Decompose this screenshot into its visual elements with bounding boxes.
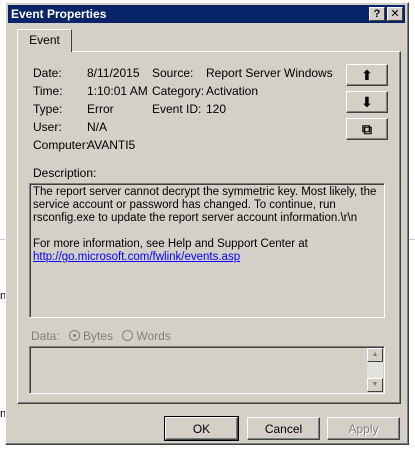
cancel-label: Cancel	[264, 421, 303, 436]
computer-value: AVANTI5	[87, 138, 136, 152]
arrow-up-icon: ⬆	[361, 66, 373, 83]
ok-button[interactable]: OK	[164, 416, 239, 441]
eventid-label: Event ID:	[152, 102, 202, 116]
data-label: Data:	[31, 329, 60, 343]
tab-label: Event	[29, 33, 60, 47]
apply-label: Apply	[348, 421, 379, 436]
category-value: Activation	[206, 84, 259, 98]
window-title: Event Properties	[11, 7, 107, 21]
cancel-button[interactable]: Cancel	[247, 417, 320, 440]
help-icon: ?	[373, 7, 381, 20]
eventid-value: 120	[206, 102, 227, 116]
time-value: 1:10:01 AM	[87, 84, 148, 98]
data-text-box[interactable]: ▲ ▼	[29, 346, 385, 394]
time-label: Time:	[33, 84, 63, 98]
copy-button[interactable]: ⧉	[346, 118, 388, 140]
apply-button[interactable]: Apply	[327, 417, 400, 440]
data-scrollbar[interactable]: ▲ ▼	[367, 348, 383, 392]
arrow-down-icon: ⬇	[361, 93, 373, 110]
copy-icon: ⧉	[362, 120, 372, 137]
description-text-box[interactable]: The report server cannot decrypt the sym…	[29, 183, 385, 318]
more-info-text: For more information, see Help and Suppo…	[33, 238, 308, 250]
words-radio[interactable]: Words	[122, 329, 171, 343]
type-value: Error	[87, 102, 114, 116]
description-label: Description:	[33, 166, 97, 180]
next-event-button[interactable]: ⬇	[346, 91, 388, 113]
type-label: Type:	[33, 102, 63, 116]
user-label: User:	[33, 120, 62, 134]
date-value: 8/11/2015	[87, 66, 140, 80]
close-icon: ✕	[390, 7, 400, 20]
category-label: Category:	[152, 84, 205, 98]
radio-icon	[69, 330, 81, 341]
source-label: Source:	[152, 66, 194, 80]
tab-event[interactable]: Event	[17, 29, 72, 52]
user-value: N/A	[87, 120, 108, 134]
date-label: Date:	[33, 66, 62, 80]
data-format-row: Data: Bytes Words	[31, 329, 171, 343]
event-properties-dialog: Event Properties ? ✕ Event Date: 8/11/20…	[5, 2, 409, 445]
previous-event-button[interactable]: ⬆	[346, 64, 388, 86]
events-help-link[interactable]: http://go.microsoft.com/fwlink/events.as…	[33, 251, 240, 263]
help-button[interactable]: ?	[369, 7, 385, 21]
bytes-radio[interactable]: Bytes	[69, 329, 116, 343]
ok-label: OK	[192, 421, 211, 436]
title-bar[interactable]: Event Properties ? ✕	[8, 5, 405, 23]
words-label: Words	[136, 329, 171, 343]
computer-label: Computer:	[33, 138, 90, 152]
close-button[interactable]: ✕	[387, 7, 403, 21]
scroll-up-button[interactable]: ▲	[367, 348, 383, 362]
bytes-label: Bytes	[83, 329, 114, 343]
description-text: The report server cannot decrypt the sym…	[33, 186, 377, 224]
source-value: Report Server Windows	[206, 66, 333, 80]
scroll-down-button[interactable]: ▼	[367, 378, 383, 392]
radio-icon	[122, 330, 134, 341]
